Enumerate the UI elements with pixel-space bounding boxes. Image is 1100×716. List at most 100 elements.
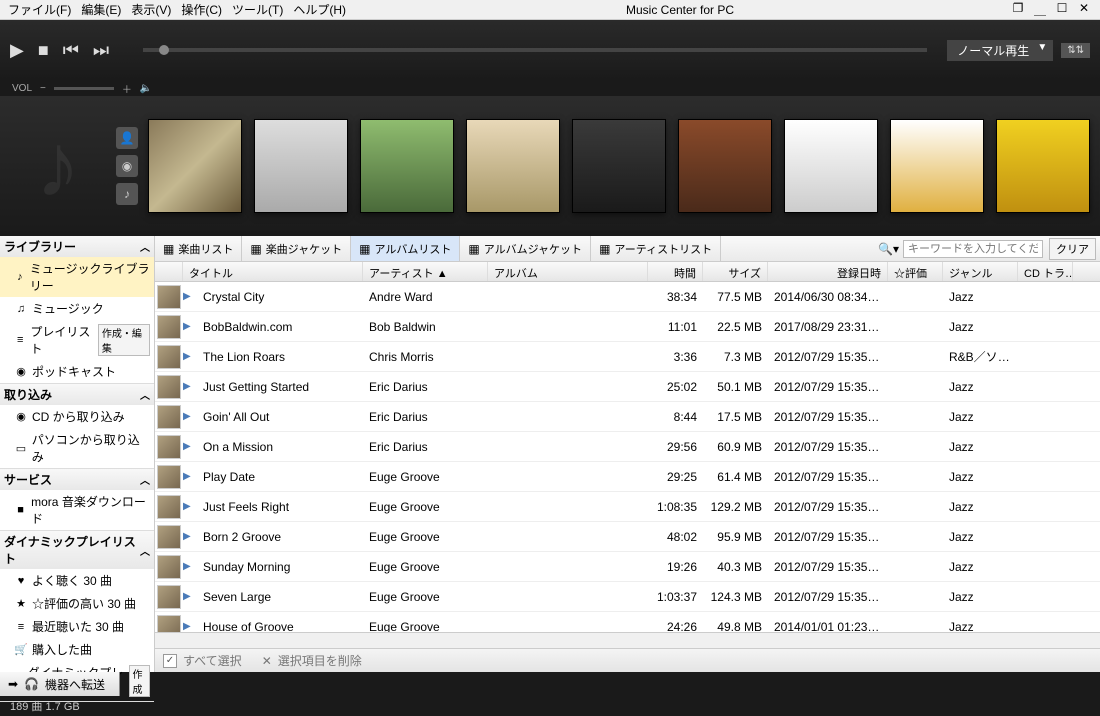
play-icon[interactable]: ▶ [183, 501, 197, 512]
album-cover[interactable] [148, 119, 242, 213]
music-icon[interactable]: ♪ [116, 183, 138, 205]
view-tab[interactable]: ▦楽曲ジャケット [242, 236, 351, 261]
sidebar-inline-button[interactable]: 作成・編集 [98, 324, 150, 356]
cover-strip: ♪ 👤 ◉ ♪ [0, 96, 1100, 236]
menu-item[interactable]: 表示(V) [127, 0, 175, 20]
play-icon[interactable]: ▶ [183, 531, 197, 542]
col-artist[interactable]: アーティスト ▲ [363, 262, 488, 281]
col-track[interactable]: CD トラ… [1018, 262, 1073, 281]
table-row[interactable]: ▶BobBaldwin.comBob Baldwin11:0122.5 MB20… [155, 312, 1100, 342]
col-size[interactable]: サイズ [703, 262, 768, 281]
col-album[interactable]: アルバム [488, 262, 648, 281]
search-icon[interactable]: 🔍▾ [878, 242, 899, 256]
vol-up-icon[interactable]: ＋ [122, 81, 132, 96]
album-cover[interactable] [996, 119, 1090, 213]
table-row[interactable]: ▶House of GrooveEuge Groove24:2649.8 MB2… [155, 612, 1100, 632]
sidebar-item[interactable]: ♥よく聴く 30 曲 [0, 569, 154, 592]
table-row[interactable]: ▶Born 2 GrooveEuge Groove48:0295.9 MB201… [155, 522, 1100, 552]
menu-item[interactable]: ヘルプ(H) [289, 0, 350, 20]
play-icon[interactable]: ▶ [183, 621, 197, 632]
play-button[interactable]: ▶ [10, 40, 24, 61]
h-scrollbar[interactable] [155, 632, 1100, 648]
view-tab[interactable]: ▦アルバムリスト [351, 236, 460, 261]
album-cover[interactable] [254, 119, 348, 213]
sidebar-header[interactable]: ライブラリー︿ [0, 236, 154, 257]
mute-icon[interactable]: 🔈 [140, 83, 152, 94]
play-icon[interactable]: ▶ [183, 411, 197, 422]
view-tab[interactable]: ▦アルバムジャケット [460, 236, 591, 261]
sidebar-item[interactable]: ■mora 音楽ダウンロード [0, 490, 154, 530]
playmode-select[interactable]: ノーマル再生 [947, 40, 1053, 61]
search-input[interactable] [903, 240, 1043, 258]
table-row[interactable]: ▶Goin' All OutEric Darius8:4417.5 MB2012… [155, 402, 1100, 432]
album-cover[interactable] [466, 119, 560, 213]
play-icon[interactable]: ▶ [183, 321, 197, 332]
menu-item[interactable]: ファイル(F) [4, 0, 75, 20]
next-button[interactable]: ⏭ [93, 40, 109, 61]
sidebar-item-label: ☆評価の高い 30 曲 [32, 595, 136, 612]
col-time[interactable]: 時間 [648, 262, 703, 281]
clear-button[interactable]: クリア [1049, 238, 1096, 260]
vol-label: VOL [12, 83, 32, 94]
menu-item[interactable]: 操作(C) [177, 0, 226, 20]
album-cover[interactable] [572, 119, 666, 213]
album-cover[interactable] [890, 119, 984, 213]
row-artwork [157, 465, 181, 489]
prev-button[interactable]: ⏮ [63, 40, 79, 61]
progress-slider[interactable] [143, 48, 927, 52]
sidebar-item[interactable]: ▭パソコンから取り込み [0, 428, 154, 468]
track-list[interactable]: ▶Crystal CityAndre Ward38:3477.5 MB2014/… [155, 282, 1100, 632]
sidebar-item[interactable]: ◉CD から取り込み [0, 405, 154, 428]
sidebar-header[interactable]: 取り込み︿ [0, 384, 154, 405]
sidebar-item[interactable]: ◉ポッドキャスト [0, 360, 154, 383]
equalizer-button[interactable]: ⇅⇅ [1061, 43, 1090, 58]
album-cover[interactable] [678, 119, 772, 213]
table-row[interactable]: ▶Just Getting StartedEric Darius25:0250.… [155, 372, 1100, 402]
select-all-checkbox[interactable]: ✓ [163, 654, 177, 668]
album-cover[interactable] [784, 119, 878, 213]
col-rating[interactable]: ☆評価 [888, 262, 943, 281]
sidebar-item[interactable]: ♫ミュージック [0, 297, 154, 320]
menu-item[interactable]: ツール(T) [228, 0, 287, 20]
col-date[interactable]: 登録日時 [768, 262, 888, 281]
view-tab[interactable]: ▦アーティストリスト [591, 236, 721, 261]
table-row[interactable]: ▶Crystal CityAndre Ward38:3477.5 MB2014/… [155, 282, 1100, 312]
vol-down-icon[interactable]: − [40, 83, 46, 94]
user-icon[interactable]: 👤 [116, 127, 138, 149]
maximize-icon[interactable]: ☐ [1054, 1, 1070, 18]
col-genre[interactable]: ジャンル [943, 262, 1018, 281]
table-row[interactable]: ▶The Lion RoarsChris Morris3:367.3 MB201… [155, 342, 1100, 372]
album-cover[interactable] [360, 119, 454, 213]
volume-slider[interactable] [54, 87, 114, 90]
play-icon[interactable]: ▶ [183, 291, 197, 302]
sidebar-item[interactable]: ≡最近聴いた 30 曲 [0, 615, 154, 638]
col-title[interactable]: タイトル [183, 262, 363, 281]
sidebar-item[interactable]: ★☆評価の高い 30 曲 [0, 592, 154, 615]
restore-icon[interactable]: ❐ [1010, 1, 1026, 18]
table-row[interactable]: ▶Sunday MorningEuge Groove19:2640.3 MB20… [155, 552, 1100, 582]
table-row[interactable]: ▶On a MissionEric Darius29:5660.9 MB2012… [155, 432, 1100, 462]
sidebar-header[interactable]: ダイナミックプレイリスト︿ [0, 531, 154, 569]
cell-artist: Bob Baldwin [363, 320, 488, 334]
menu-item[interactable]: 編集(E) [77, 0, 125, 20]
play-icon[interactable]: ▶ [183, 351, 197, 362]
play-icon[interactable]: ▶ [183, 561, 197, 572]
sidebar-inline-button[interactable]: 作成 [129, 665, 151, 697]
sidebar-header[interactable]: サービス︿ [0, 469, 154, 490]
play-icon[interactable]: ▶ [183, 471, 197, 482]
play-icon[interactable]: ▶ [183, 591, 197, 602]
sidebar-item[interactable]: ≡プレイリスト作成・編集 [0, 320, 154, 360]
table-row[interactable]: ▶Just Feels RightEuge Groove1:08:35129.2… [155, 492, 1100, 522]
table-row[interactable]: ▶Play DateEuge Groove29:2561.4 MB2012/07… [155, 462, 1100, 492]
sidebar-item[interactable]: 🛒購入した曲 [0, 638, 154, 661]
sidebar-item[interactable]: ♪ミュージックライブラリー [0, 257, 154, 297]
view-tab[interactable]: ▦楽曲リスト [155, 236, 242, 261]
minimize-icon[interactable]: ＿ [1032, 1, 1048, 18]
table-row[interactable]: ▶Seven LargeEuge Groove1:03:37124.3 MB20… [155, 582, 1100, 612]
transfer-button[interactable]: ➡ 🎧 機器へ転送 [0, 672, 120, 696]
disc-icon[interactable]: ◉ [116, 155, 138, 177]
play-icon[interactable]: ▶ [183, 381, 197, 392]
stop-button[interactable]: ■ [38, 40, 49, 61]
play-icon[interactable]: ▶ [183, 441, 197, 452]
close-icon[interactable]: ✕ [1076, 1, 1092, 18]
